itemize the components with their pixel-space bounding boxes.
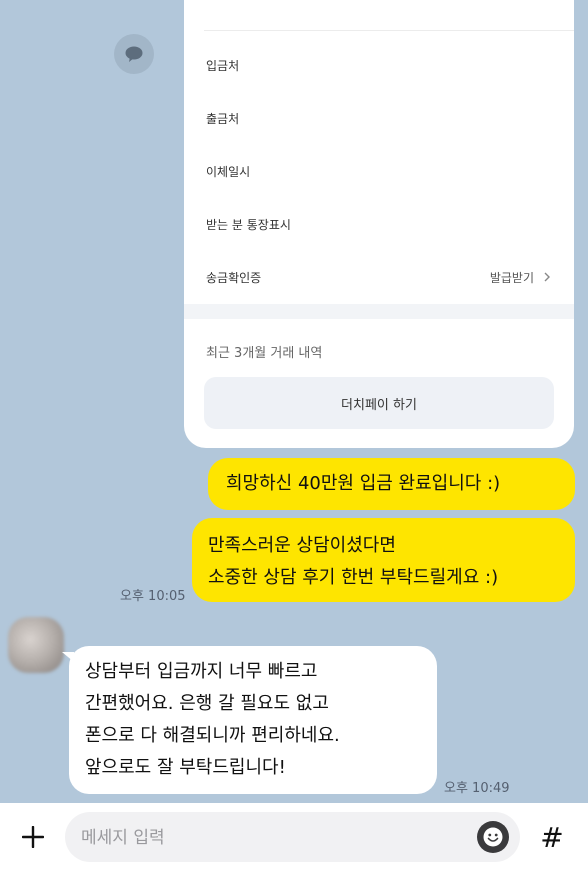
row-label: 이체일시 xyxy=(206,164,251,179)
divider xyxy=(204,30,574,31)
plus-icon xyxy=(22,826,44,848)
plus-button[interactable] xyxy=(16,820,50,854)
avatar[interactable] xyxy=(8,617,64,673)
row-label: 송금확인증 xyxy=(206,270,262,285)
message-line: 앞으로도 잘 부탁드립니다! xyxy=(85,757,286,778)
issue-receipt-label: 발급받기 xyxy=(489,270,534,285)
chevron-right-icon xyxy=(544,272,550,282)
bubble-tail xyxy=(62,652,74,662)
recent-transactions-label: 최근 3개월 거래 내역 xyxy=(206,346,323,361)
message-line: 간편했어요. 은행 갈 필요도 없고 xyxy=(85,693,329,714)
message-time: 오후 10:49 xyxy=(444,781,510,796)
transfer-card: 입금처 출금처 이체일시 받는 분 통장표시 송금확인증 발급받기 최근 3개월… xyxy=(184,0,574,448)
row-receipt[interactable]: 송금확인증 발급받기 xyxy=(206,265,554,289)
message-input-container xyxy=(65,812,520,864)
message-line: 폰으로 다 해결되니까 편리하네요. xyxy=(85,725,340,746)
row-label: 입금처 xyxy=(206,58,240,73)
row-transfer-time: 이체일시 xyxy=(206,159,554,183)
message-line: 상담부터 입금까지 너무 빠르고 xyxy=(85,661,318,682)
hash-button[interactable]: # xyxy=(534,820,570,854)
my-message-bubble: 만족스러운 상담이셨다면 소중한 상담 후기 한번 부탁드릴게요 :) xyxy=(192,518,575,602)
row-label: 출금처 xyxy=(206,111,240,126)
other-message-bubble: 상담부터 입금까지 너무 빠르고 간편했어요. 은행 갈 필요도 없고 폰으로 … xyxy=(62,646,437,794)
emoji-button[interactable] xyxy=(477,821,509,853)
message-line: 만족스러운 상담이셨다면 xyxy=(208,535,396,556)
issue-receipt-link[interactable]: 발급받기 xyxy=(490,269,554,286)
message-time: 오후 10:05 xyxy=(120,589,186,604)
row-recipient-memo: 받는 분 통장표시 xyxy=(206,212,554,236)
message-line: 소중한 상담 후기 한번 부탁드릴게요 :) xyxy=(208,567,499,588)
message-line: 희망하신 40만원 입금 완료입니다 :) xyxy=(226,473,501,494)
share-bubble-icon[interactable] xyxy=(114,34,154,74)
section-divider xyxy=(184,304,574,319)
message-input-bar: # xyxy=(0,803,588,870)
row-withdraw: 출금처 xyxy=(206,106,554,130)
smiley-icon xyxy=(483,827,503,847)
dutch-pay-button[interactable]: 더치페이 하기 xyxy=(204,377,554,429)
row-deposit: 입금처 xyxy=(206,53,554,77)
my-message-bubble: 희망하신 40만원 입금 완료입니다 :) xyxy=(208,458,575,510)
row-label: 받는 분 통장표시 xyxy=(206,217,291,232)
message-input[interactable] xyxy=(79,812,463,864)
